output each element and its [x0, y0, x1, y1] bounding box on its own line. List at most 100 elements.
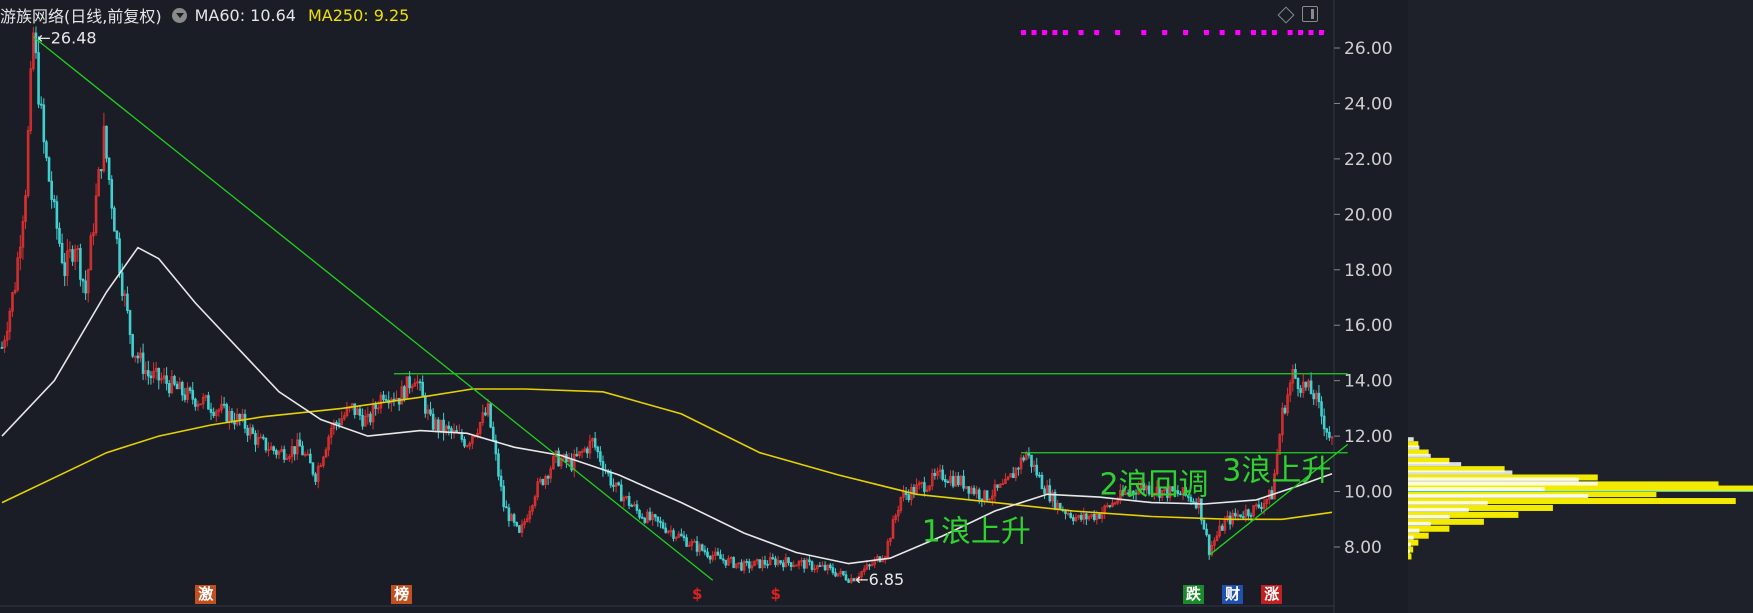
y-tick-label: 24.00: [1344, 94, 1393, 114]
candle-body: [1058, 502, 1062, 511]
volume-profile-upper: [1408, 487, 1545, 492]
candle-body: [985, 490, 989, 501]
signal-dot: [1219, 30, 1225, 35]
candle-body: [113, 207, 116, 232]
candle-body: [337, 423, 341, 426]
y-tick-label: 18.00: [1344, 261, 1393, 281]
candle-body: [71, 249, 74, 262]
candle-body: [967, 486, 971, 494]
candle-body: [818, 565, 822, 568]
candle-body: [795, 564, 798, 567]
candle-body: [907, 494, 910, 501]
candle-body: [946, 481, 950, 484]
candle-body: [627, 496, 631, 506]
candle-body: [118, 238, 121, 274]
ma60-line: [1, 246, 1333, 565]
candle-body: [309, 453, 312, 464]
candle-body: [586, 448, 589, 454]
candle-body: [1283, 407, 1287, 414]
signal-dot: [1162, 30, 1168, 35]
candle-body: [1317, 392, 1321, 403]
candle-body: [1207, 534, 1211, 556]
candle-body: [847, 579, 850, 583]
event-marker[interactable]: $: [689, 585, 705, 604]
candle-body: [1309, 380, 1313, 395]
candle-body: [167, 383, 171, 394]
trendline: [32, 36, 714, 581]
candle-body: [831, 567, 835, 574]
candle-body: [81, 278, 85, 282]
candle-body: [353, 403, 357, 415]
event-marker[interactable]: 涨: [1261, 585, 1283, 604]
candle-body: [766, 563, 769, 566]
candle-body: [107, 157, 111, 180]
candle-body: [429, 409, 432, 415]
volume-profile-upper: [1408, 494, 1589, 499]
candle-body: [230, 410, 234, 422]
candle-body: [84, 280, 87, 294]
candle-body: [301, 445, 304, 456]
candle-body: [1304, 381, 1308, 388]
y-tick-label: 14.00: [1344, 372, 1393, 392]
signal-dot: [1287, 30, 1293, 35]
signal-dot: [1203, 30, 1209, 35]
volume-profile-upper: [1408, 514, 1450, 519]
event-marker[interactable]: 激: [195, 585, 217, 604]
candle-body: [957, 475, 960, 486]
candle-body: [802, 560, 806, 569]
candle-body: [638, 509, 641, 518]
candle-body: [1249, 515, 1253, 517]
candle-body: [1079, 515, 1083, 520]
candle-body: [1328, 431, 1331, 438]
volume-profile-upper: [1408, 462, 1462, 467]
candle-body: [1239, 514, 1242, 518]
candle-body: [212, 411, 215, 416]
candle-body: [719, 554, 722, 560]
volume-profile-upper: [1408, 528, 1420, 533]
candle-body: [361, 414, 364, 427]
candle-body: [789, 562, 793, 567]
candle-body: [424, 395, 427, 414]
candle-body: [141, 352, 145, 374]
event-marker[interactable]: 榜: [391, 585, 413, 604]
candle-body: [672, 530, 675, 539]
candle-body: [194, 398, 197, 407]
candle-body: [126, 293, 129, 312]
candle-body: [298, 439, 302, 447]
candle-body: [630, 505, 634, 507]
candle-body: [105, 125, 108, 159]
candle-body: [491, 426, 495, 441]
candle-body: [55, 201, 59, 229]
candle-body: [1202, 519, 1206, 530]
event-marker[interactable]: 跌: [1182, 585, 1204, 604]
candle-body: [52, 199, 56, 203]
candle-body: [1247, 509, 1250, 516]
candle-body: [541, 479, 545, 485]
candle-body: [716, 551, 720, 556]
signal-dot: [1031, 30, 1037, 35]
candle-body: [238, 414, 242, 420]
wave-annotation: 1浪上升: [922, 514, 1031, 549]
event-marker[interactable]: 财: [1222, 585, 1244, 604]
candle-body: [575, 454, 579, 456]
candle-body: [502, 485, 505, 508]
candle-body: [1241, 516, 1245, 519]
candle-body: [507, 507, 511, 522]
candle-body: [1022, 457, 1025, 461]
candle-body: [834, 572, 837, 577]
candle-body: [261, 436, 265, 439]
candle-body: [437, 419, 440, 432]
event-marker[interactable]: $: [767, 585, 783, 604]
candle-body: [546, 476, 550, 479]
candlestick-chart[interactable]: 26.00 24.00 22.00 20.00 18.00 16.00 14.00 12.00…: [0, 0, 1753, 613]
y-tick-label: 8.00: [1344, 538, 1382, 558]
candle-body: [512, 514, 516, 523]
wave-annotation: 2浪回调: [1099, 467, 1208, 502]
candle-body: [653, 514, 657, 518]
candle-body: [781, 562, 785, 568]
volume-profile-upper: [1408, 453, 1431, 458]
volume-profile-upper: [1408, 470, 1513, 475]
candle-body: [844, 574, 848, 581]
candle-body: [128, 310, 132, 335]
candle-body: [403, 386, 406, 400]
